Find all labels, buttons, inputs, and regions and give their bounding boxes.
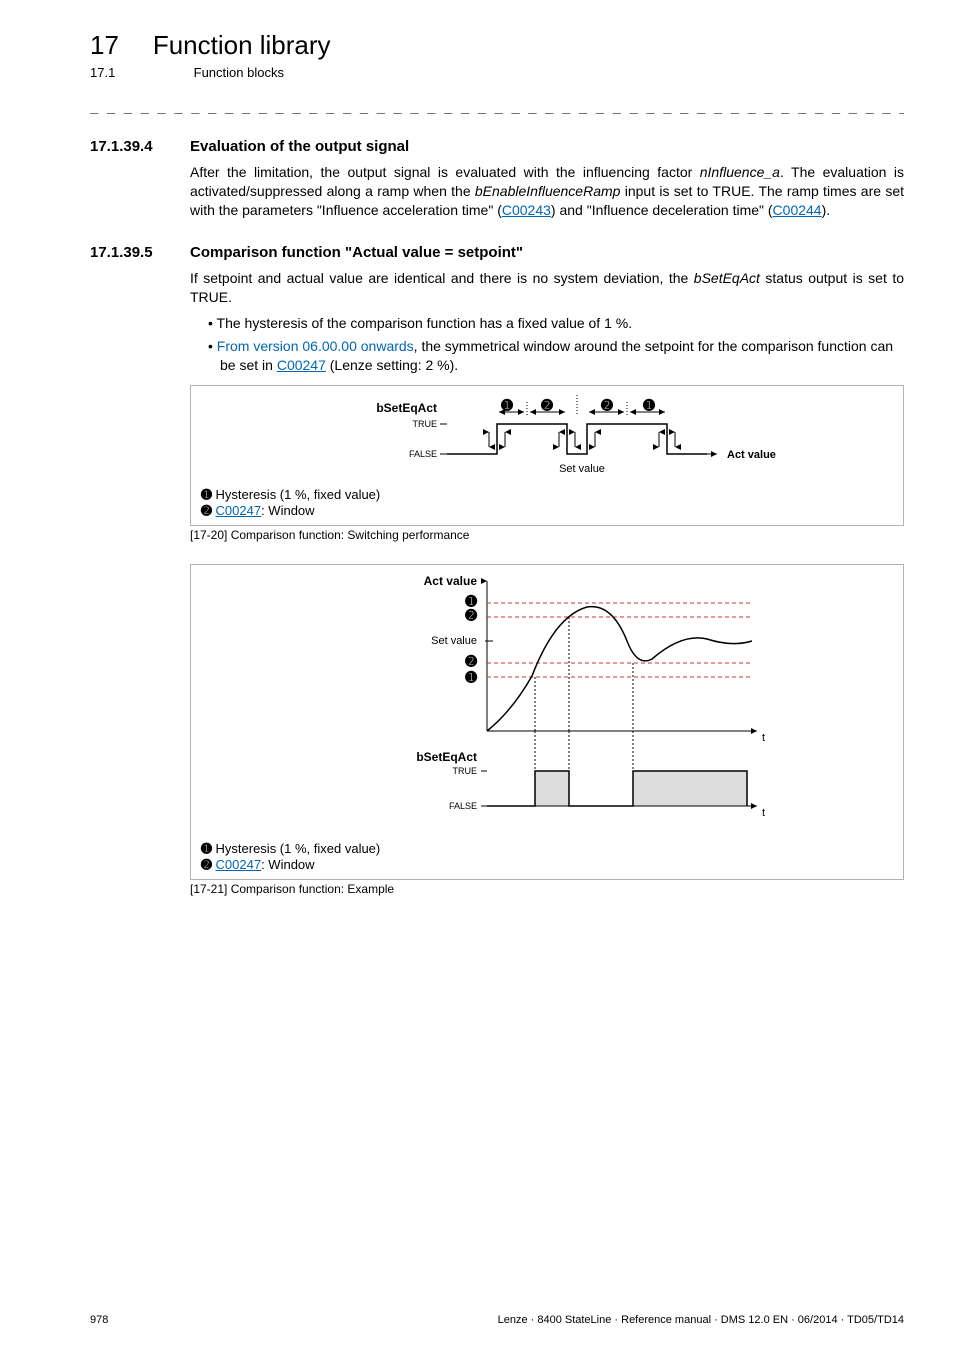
svg-text:➋: ➋ [464, 607, 477, 623]
list-item: From version 06.00.00 onwards, the symme… [208, 337, 904, 375]
link-c00247-fig1[interactable]: C00247 [216, 503, 262, 518]
figure-17-21-box: Act value t ➊ ➋ Set value ➋ ➊ bSetEqAct … [190, 564, 904, 880]
text: ). [822, 202, 831, 218]
chapter-title: Function library [153, 30, 331, 60]
link-c00247[interactable]: C00247 [277, 357, 326, 373]
subsection-number-a: 17.1.39.4 [90, 138, 190, 155]
fig2-true-label: TRUE [453, 766, 478, 776]
divider-dashes: _ _ _ _ _ _ _ _ _ _ _ _ _ _ _ _ _ _ _ _ … [90, 98, 904, 114]
svg-text:➊: ➊ [464, 669, 477, 685]
fig1-xaxis-right: Act value [727, 449, 776, 461]
fig1-signal-label: bSetEqAct [376, 401, 437, 415]
list-item: The hysteresis of the comparison functio… [208, 314, 904, 333]
subsection-heading-b: 17.1.39.5 Comparison function "Actual va… [90, 244, 904, 261]
subsection-number-b: 17.1.39.5 [90, 244, 190, 261]
fig1-true-label: TRUE [413, 419, 438, 429]
fig1-legend: ➊ Hysteresis (1 %, fixed value) ➋ C00247… [201, 487, 893, 519]
chapter-number: 17 [90, 30, 119, 60]
svg-text:➋: ➋ [464, 653, 477, 669]
subsection-title-b: Comparison function "Actual value = setp… [190, 244, 523, 261]
fig1-caption-tag: [17-20] [190, 528, 227, 542]
figure-17-20-svg: bSetEqAct TRUE FALSE ➊ ➋ ➋ ➊ Set valu [287, 392, 807, 487]
text: (Lenze setting: 2 %). [326, 357, 458, 373]
figure-17-21-caption: [17-21] Comparison function: Example [190, 882, 904, 896]
paragraph-a1: After the limitation, the output signal … [190, 163, 904, 220]
var-ninfluence: nInfluence_a [700, 164, 780, 180]
page-number: 978 [90, 1314, 108, 1326]
fig2-setvalue-label: Set value [431, 635, 477, 647]
fig2-tlabel-top: t [762, 732, 765, 744]
text: If setpoint and actual value are identic… [190, 270, 694, 286]
fig2-caption-tag: [17-21] [190, 882, 227, 896]
link-c00244[interactable]: C00244 [773, 202, 822, 218]
link-c00243[interactable]: C00243 [502, 202, 551, 218]
fig2-legend1: Hysteresis (1 %, fixed value) [212, 841, 380, 856]
fig2-tlabel-bottom: t [762, 807, 765, 819]
figure-17-20-box: bSetEqAct TRUE FALSE ➊ ➋ ➋ ➊ Set valu [190, 385, 904, 526]
fig1-caption-text: Comparison function: Switching performan… [227, 528, 469, 542]
version-note: From version 06.00.00 onwards [217, 338, 414, 354]
svg-text:➊: ➊ [642, 397, 655, 413]
svg-text:➋: ➋ [540, 397, 553, 413]
section-number: 17.1 [90, 65, 190, 80]
fig1-legend1: Hysteresis (1 %, fixed value) [212, 487, 380, 502]
text: The hysteresis of the comparison functio… [217, 315, 633, 331]
var-bseteqact: bSetEqAct [694, 270, 760, 286]
subsection-title-a: Evaluation of the output signal [190, 138, 409, 155]
fig2-legend: ➊ Hysteresis (1 %, fixed value) ➋ C00247… [201, 841, 893, 873]
paragraph-b1: If setpoint and actual value are identic… [190, 269, 904, 307]
page-footer: 978 Lenze · 8400 StateLine · Reference m… [90, 1314, 904, 1326]
page-subheader: 17.1 Function blocks [90, 65, 904, 80]
link-c00247-fig2[interactable]: C00247 [216, 857, 262, 872]
fig2-ylabel: Act value [424, 574, 478, 588]
figure-17-21-svg: Act value t ➊ ➋ Set value ➋ ➊ bSetEqAct … [287, 571, 807, 841]
subsection-heading-a: 17.1.39.4 Evaluation of the output signa… [90, 138, 904, 155]
footer-info: Lenze · 8400 StateLine · Reference manua… [498, 1314, 904, 1326]
page-header: 17 Function library [90, 30, 904, 61]
fig2-legend2-post: : Window [261, 857, 314, 872]
fig1-false-label: FALSE [409, 449, 437, 459]
text: ) and "Influence deceleration time" ( [551, 202, 773, 218]
fig1-xaxis-mid: Set value [559, 463, 605, 475]
section-title: Function blocks [194, 65, 284, 80]
fig2-false-label: FALSE [449, 801, 477, 811]
fig2-signal-label: bSetEqAct [416, 750, 477, 764]
bullet-list-b: The hysteresis of the comparison functio… [208, 314, 904, 375]
var-benableinfluenceramp: bEnableInfluenceRamp [475, 183, 621, 199]
svg-text:➋: ➋ [600, 397, 613, 413]
svg-text:➊: ➊ [500, 397, 513, 413]
fig1-legend2-post: : Window [261, 503, 314, 518]
figure-17-20-caption: [17-20] Comparison function: Switching p… [190, 528, 904, 542]
fig2-caption-text: Comparison function: Example [227, 882, 394, 896]
text: After the limitation, the output signal … [190, 164, 700, 180]
